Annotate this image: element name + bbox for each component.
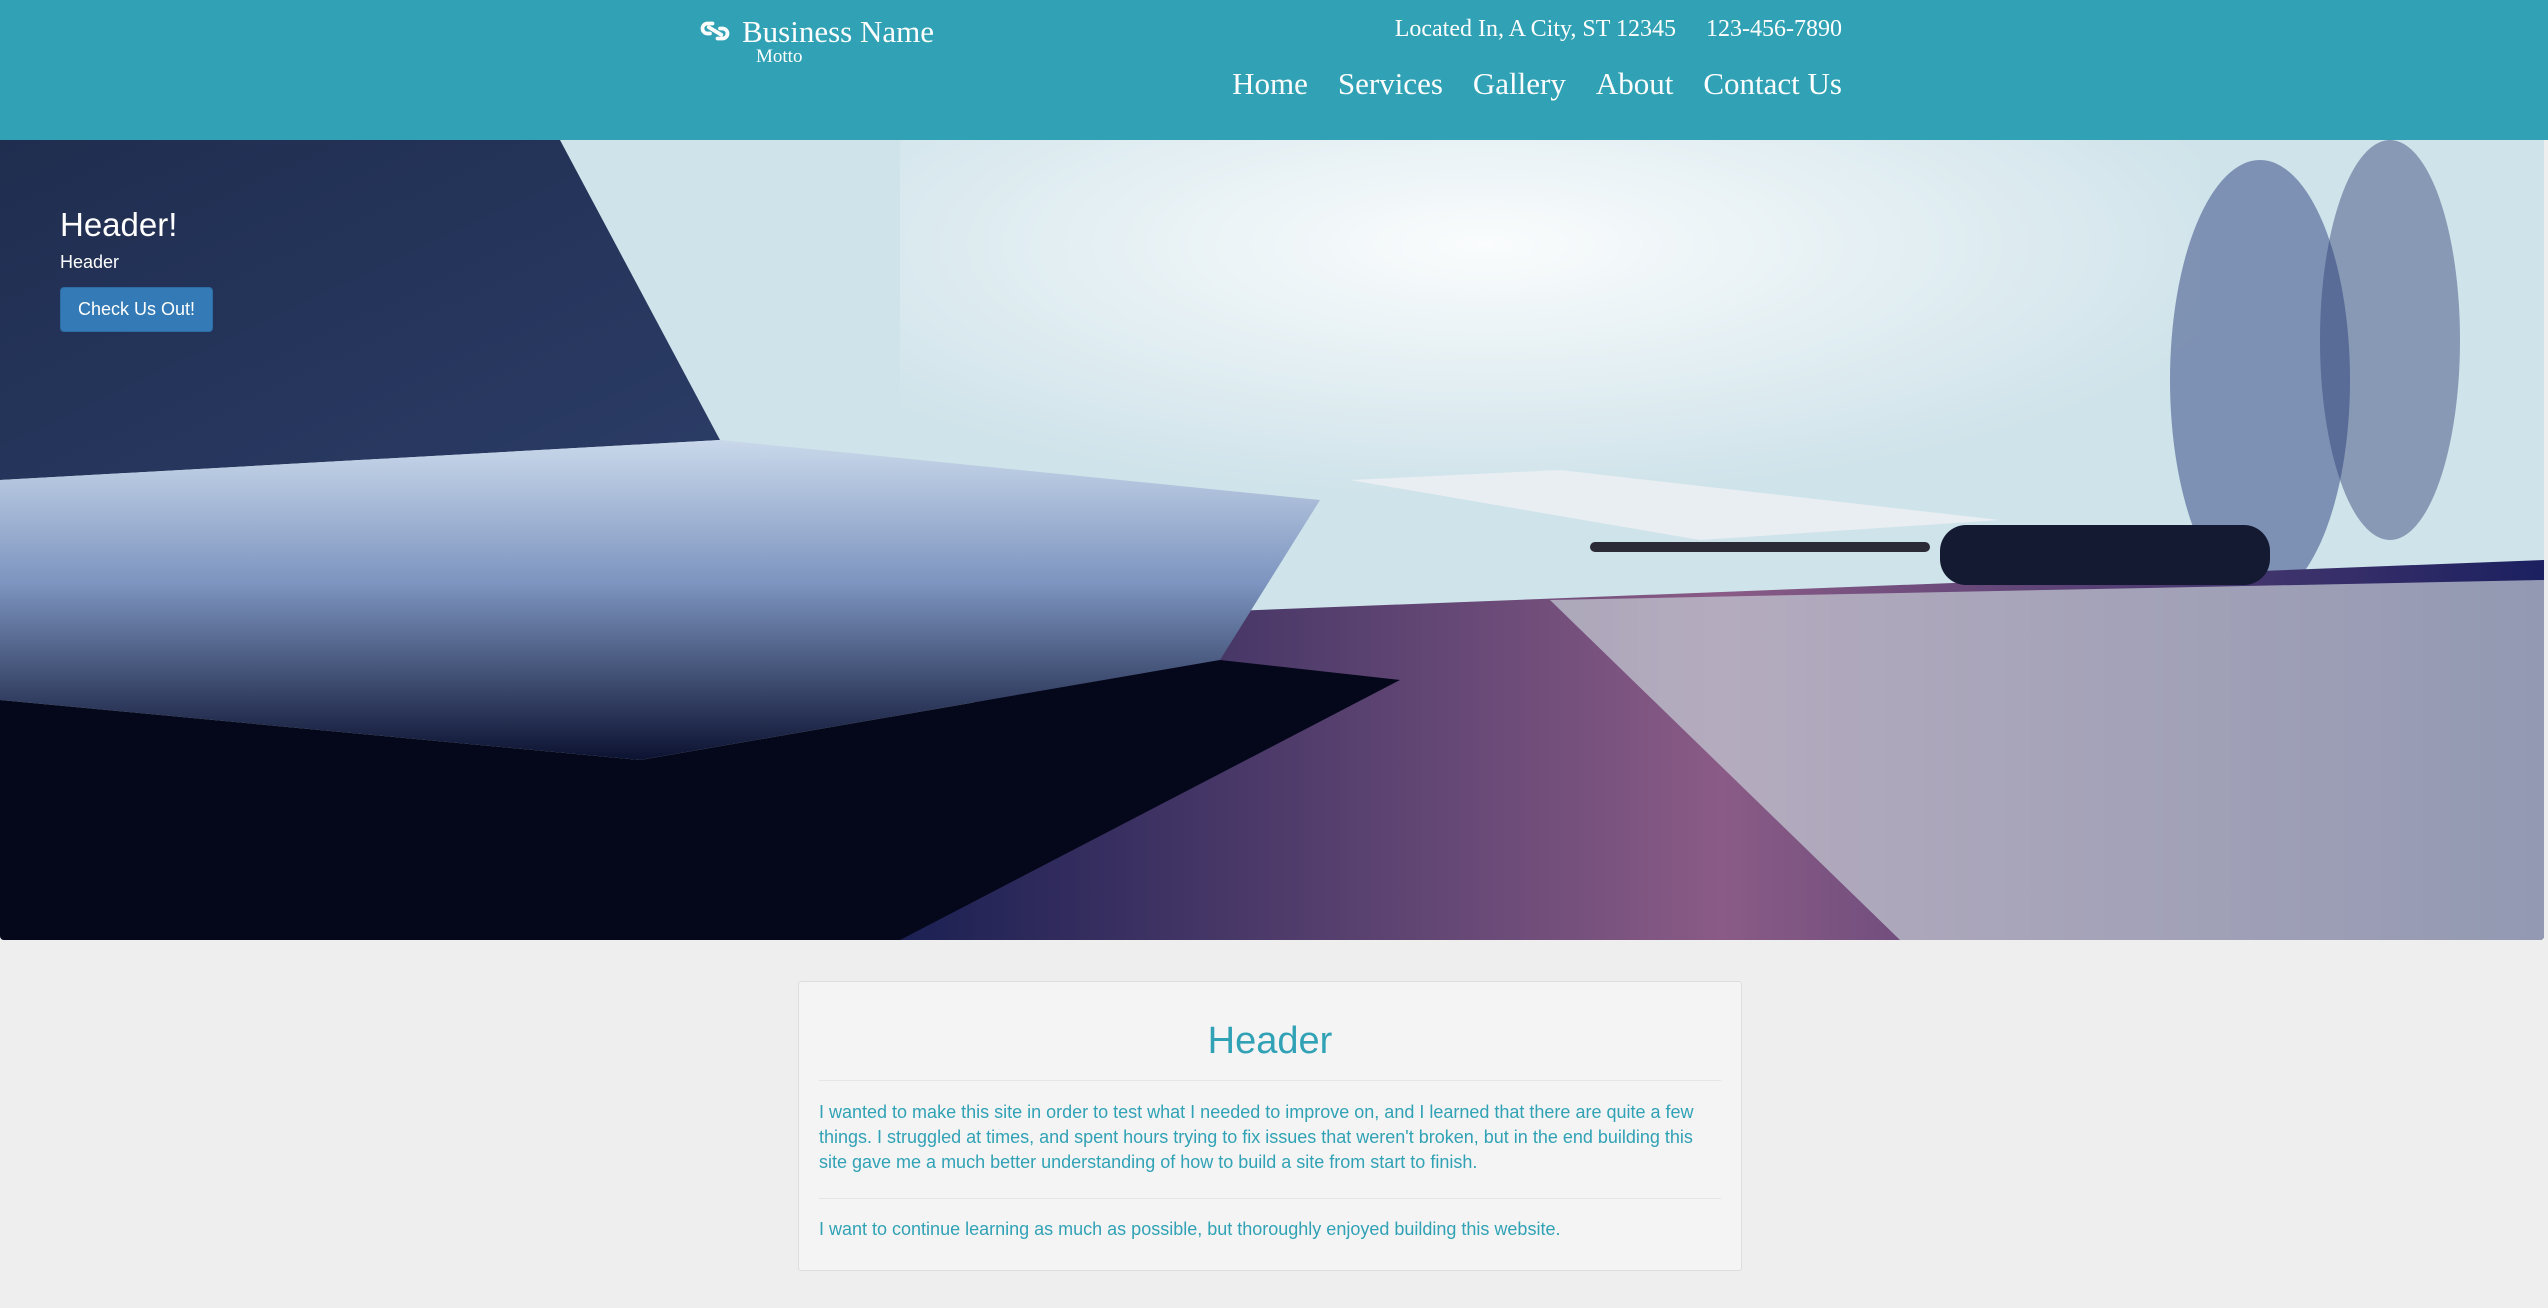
nav-home[interactable]: Home <box>1232 66 1308 102</box>
nav-gallery[interactable]: Gallery <box>1473 66 1566 102</box>
contact-phone: 123-456-7890 <box>1706 16 1842 42</box>
brand-name[interactable]: Business Name <box>742 14 934 50</box>
contact-location: Located In, A City, ST 12345 <box>1394 16 1677 42</box>
panel-divider <box>819 1198 1721 1199</box>
hero-title: Header! <box>60 206 178 243</box>
hero-background-image <box>0 140 2544 940</box>
hero-subtitle: Header <box>60 252 120 272</box>
brand-motto: Motto <box>756 46 803 67</box>
link-icon <box>700 21 730 41</box>
nav-about[interactable]: About <box>1596 66 1674 102</box>
contact-info: Located In, A City, ST 12345 123-456-7890 <box>1395 16 1842 43</box>
content-panel: Header I wanted to make this site in ord… <box>798 981 1742 1271</box>
hero-content: Header! Header Check Us Out! <box>60 206 214 332</box>
nav-services[interactable]: Services <box>1338 66 1443 102</box>
main-nav: Home Services Gallery About Contact Us <box>1232 66 1842 102</box>
top-navbar: Business Name Motto Located In, A City, … <box>0 0 2548 140</box>
panel-paragraph: I want to continue learning as much as p… <box>819 1219 1561 1239</box>
panel-paragraph: I wanted to make this site in order to t… <box>819 1102 1694 1172</box>
nav-contact-us[interactable]: Contact Us <box>1703 66 1842 102</box>
hero-banner: Header! Header Check Us Out! <box>0 140 2544 940</box>
panel-divider <box>819 1080 1721 1081</box>
check-us-out-button[interactable]: Check Us Out! <box>60 287 214 332</box>
panel-title: Header <box>1207 1020 1333 1062</box>
